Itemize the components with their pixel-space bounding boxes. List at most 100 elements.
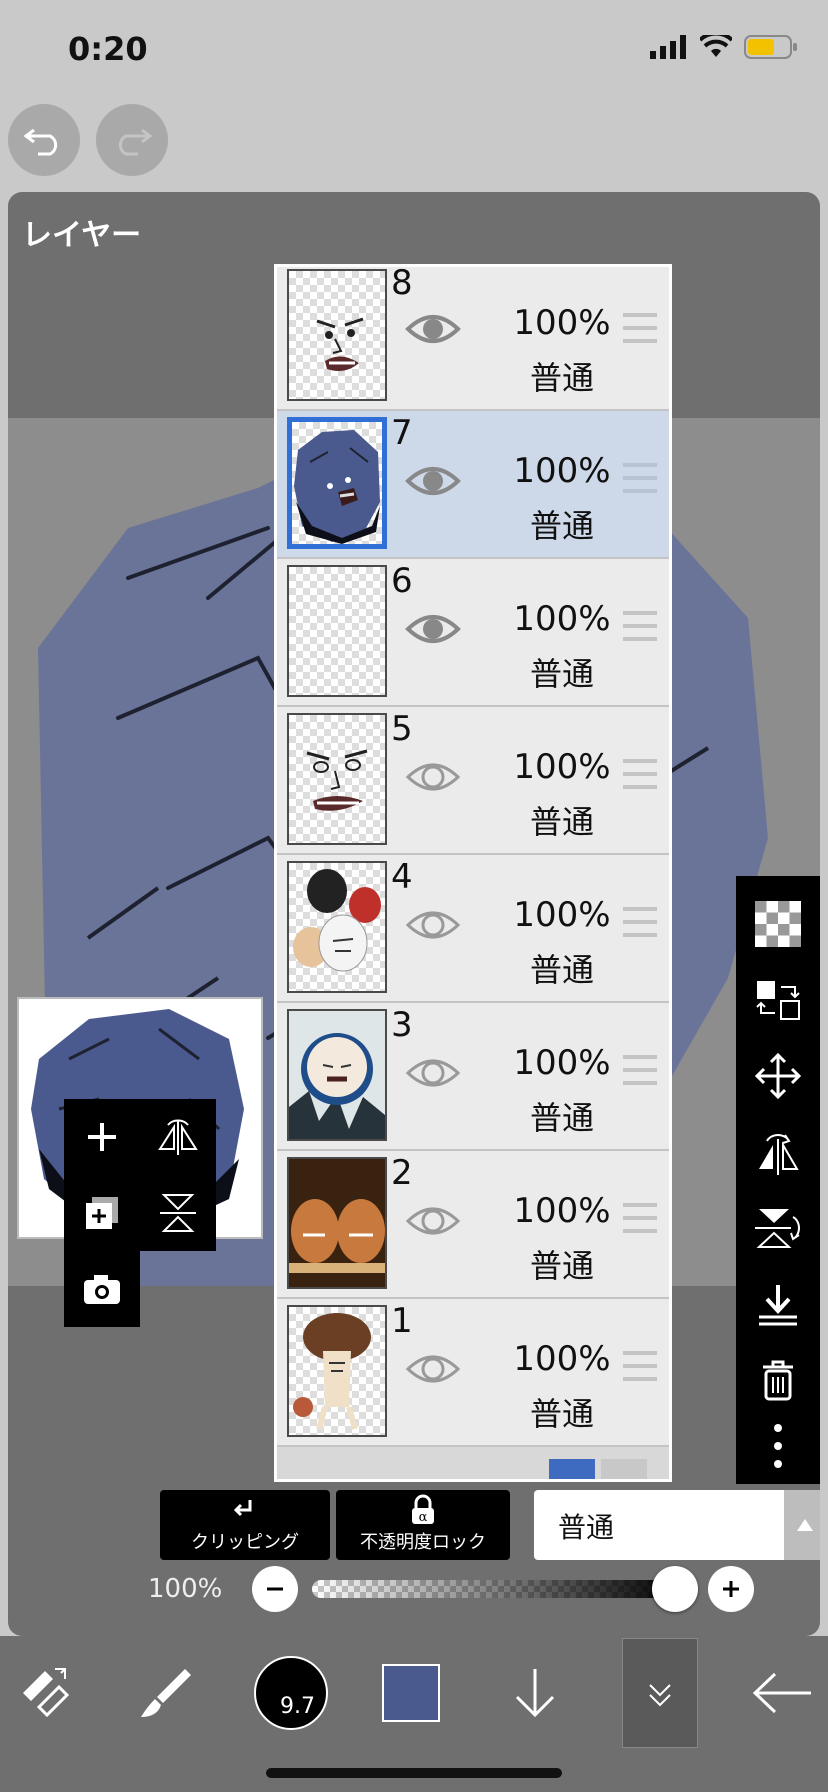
reorder-handle[interactable] — [621, 609, 659, 647]
visibility-toggle[interactable] — [405, 759, 461, 799]
layer-opacity: 100% — [513, 895, 611, 935]
bean-characters — [289, 1159, 385, 1287]
svg-text:α: α — [419, 1510, 428, 1525]
opacity-decrease-button[interactable] — [252, 1566, 298, 1612]
visibility-toggle[interactable] — [405, 1351, 461, 1391]
layer-thumbnail[interactable] — [287, 269, 387, 401]
eye-hidden-icon — [405, 763, 461, 791]
double-chevron-down-icon — [649, 1684, 671, 1707]
layer-down-button[interactable] — [490, 1648, 580, 1738]
eye-hidden-icon — [405, 1207, 461, 1235]
reorder-handle[interactable] — [621, 1349, 659, 1387]
more-options-button[interactable] — [748, 1416, 808, 1476]
opacity-increase-button[interactable] — [708, 1566, 754, 1612]
visibility-toggle[interactable] — [405, 463, 461, 503]
duplicate-layer-button[interactable] — [64, 1175, 140, 1251]
triangle-up-icon — [797, 1519, 813, 1531]
panel-title: レイヤー — [22, 218, 142, 253]
layer-item-6[interactable]: 6 100% 普通 — [277, 559, 669, 707]
drag-handle-icon — [623, 759, 657, 789]
move-button[interactable] — [748, 1046, 808, 1106]
layer-item-8[interactable]: 8 100% 普通 — [277, 267, 669, 411]
layer-panel-toggle[interactable] — [622, 1638, 698, 1748]
eye-hidden-icon — [405, 1059, 461, 1087]
blend-mode-select[interactable]: 普通 — [534, 1490, 784, 1560]
clipping-label: クリッピング — [191, 1532, 299, 1553]
tool-switch-button[interactable] — [0, 1648, 90, 1738]
status-time: 0:20 — [68, 30, 148, 68]
merge-down-button[interactable] — [748, 1274, 808, 1334]
reorder-handle[interactable] — [621, 461, 659, 499]
layer-opacity: 100% — [513, 747, 611, 787]
visibility-toggle[interactable] — [405, 611, 461, 651]
visibility-toggle[interactable] — [405, 1203, 461, 1243]
paper-layer-strip[interactable] — [277, 1447, 669, 1479]
layer-opacity: 100% — [513, 599, 611, 639]
reorder-handle[interactable] — [621, 1053, 659, 1091]
brush-size-button[interactable]: 9.7 — [246, 1648, 336, 1738]
color-button[interactable] — [366, 1648, 456, 1738]
layer-item-2[interactable]: 2 100% 普通 — [277, 1151, 669, 1299]
layer-item-3[interactable]: 3 100% 普通 — [277, 1003, 669, 1151]
blend-mode-value: 普通 — [558, 1511, 615, 1544]
brush-button[interactable] — [120, 1648, 210, 1738]
layer-opacity: 100% — [513, 303, 611, 343]
arrow-left-icon — [752, 1672, 811, 1714]
alpha-lock-button[interactable]: α 不透明度ロック — [336, 1490, 510, 1560]
layer-blend-mode: 普通 — [529, 1247, 594, 1285]
flip-vertical-tool[interactable] — [748, 1198, 808, 1258]
visibility-toggle[interactable] — [405, 1055, 461, 1095]
swap-layer-button[interactable] — [748, 970, 808, 1030]
clipping-button[interactable]: クリッピング — [160, 1490, 330, 1560]
delete-layer-button[interactable] — [748, 1350, 808, 1410]
undo-button[interactable] — [8, 104, 80, 176]
brush-icon — [141, 1669, 191, 1717]
reorder-handle[interactable] — [621, 905, 659, 943]
layer-blend-mode: 普通 — [529, 803, 594, 841]
layer-opacity: 100% — [513, 451, 611, 491]
layer-thumbnail[interactable] — [287, 861, 387, 993]
opacity-slider-knob[interactable] — [652, 1566, 698, 1612]
reorder-handle[interactable] — [621, 757, 659, 795]
flip-vertical-button[interactable] — [140, 1175, 216, 1251]
visibility-toggle[interactable] — [405, 311, 461, 351]
layer-thumbnail[interactable] — [287, 1305, 387, 1437]
layer-item-7[interactable]: 7 100% 普通 — [277, 411, 669, 559]
flip-horizontal-tool[interactable] — [748, 1122, 808, 1182]
flip-horizontal-button[interactable] — [140, 1099, 216, 1175]
face-sketch — [306, 749, 368, 811]
layer-thumbnail[interactable] — [287, 713, 387, 845]
layer-opacity: 100% — [513, 1043, 611, 1083]
layer-blend-mode: 普通 — [529, 507, 594, 545]
layer-item-5[interactable]: 5 100% 普通 — [277, 707, 669, 855]
face-sketch — [316, 317, 364, 371]
opacity-slider[interactable] — [312, 1580, 682, 1598]
eye-icon — [405, 467, 461, 495]
layer-number: 1 — [391, 1301, 413, 1341]
layer-item-1[interactable]: 1 100% 普通 — [277, 1299, 669, 1447]
eraser-swap-icon — [23, 1668, 70, 1718]
layer-opacity: 100% — [513, 1339, 611, 1379]
layer-blend-mode: 普通 — [529, 655, 594, 693]
layer-blend-mode: 普通 — [529, 359, 594, 397]
layer-blend-mode: 普通 — [529, 1099, 594, 1137]
layer-thumbnail[interactable] — [287, 1157, 387, 1289]
drag-handle-icon — [623, 907, 657, 937]
visibility-toggle[interactable] — [405, 907, 461, 947]
camera-button[interactable] — [64, 1251, 140, 1327]
blend-mode-dropdown[interactable] — [784, 1490, 820, 1560]
back-button[interactable] — [738, 1648, 828, 1738]
layer-thumbnail[interactable] — [287, 565, 387, 697]
redo-button[interactable] — [96, 104, 168, 176]
transparency-button[interactable] — [748, 894, 808, 954]
layer-thumbnail[interactable] — [287, 417, 387, 549]
flip-vertical-icon — [755, 1209, 800, 1248]
reorder-handle[interactable] — [621, 311, 659, 349]
download-icon — [759, 1285, 797, 1326]
layer-item-4[interactable]: 4 100% 普通 — [277, 855, 669, 1003]
move-icon — [755, 1053, 801, 1099]
add-layer-button[interactable] — [64, 1099, 140, 1175]
layer-thumbnail[interactable] — [287, 1009, 387, 1141]
minus-icon — [267, 1587, 283, 1591]
reorder-handle[interactable] — [621, 1201, 659, 1239]
